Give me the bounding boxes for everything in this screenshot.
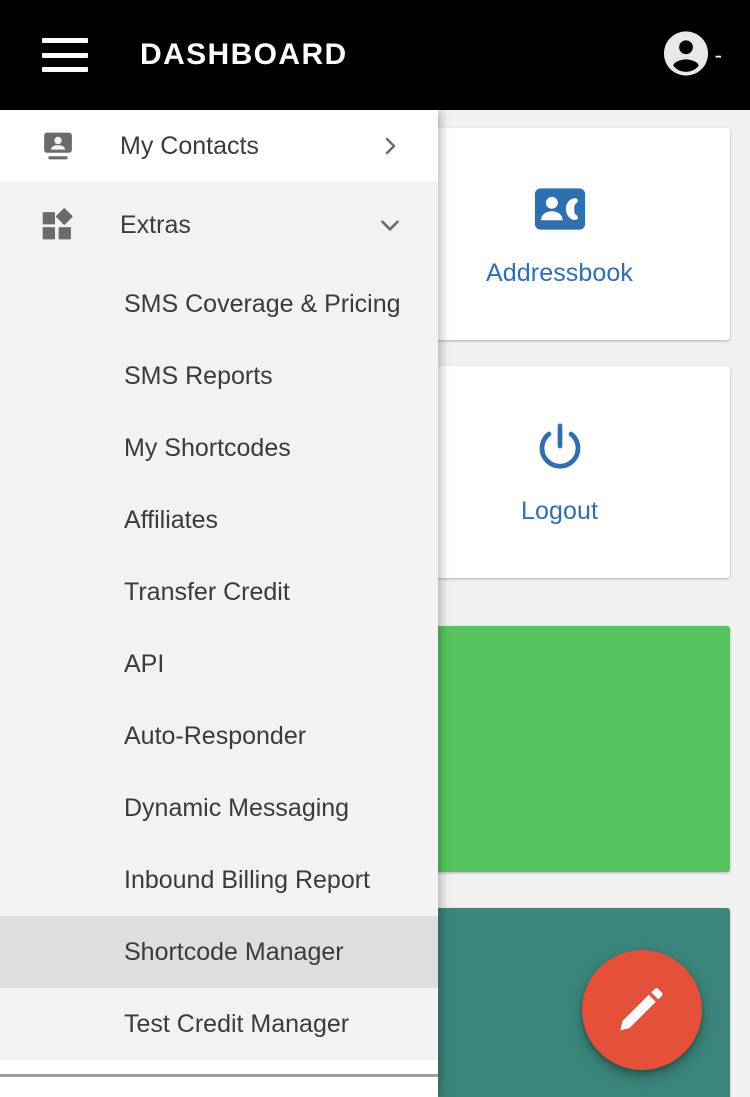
chevron-right-icon (376, 134, 404, 158)
drawer-footer (0, 1060, 438, 1097)
hamburger-menu-icon[interactable] (42, 38, 88, 72)
sidebar-subitem[interactable]: Shortcode Manager (0, 916, 438, 988)
sidebar-subitem[interactable]: Dynamic Messaging (0, 772, 438, 844)
top-app-bar: DASHBOARD - (0, 0, 750, 110)
contacts-icon (36, 129, 80, 163)
sidebar-group-extras[interactable]: Extras (0, 182, 438, 268)
sidebar-subitem[interactable]: Inbound Billing Report (0, 844, 438, 916)
sidebar-subitem-label: Dynamic Messaging (124, 793, 350, 822)
sidebar-subitem-label: SMS Coverage & Pricing (124, 289, 401, 318)
sidebar-subitem[interactable]: Auto-Responder (0, 700, 438, 772)
page-title: DASHBOARD (140, 38, 348, 71)
sidebar-subitem[interactable]: Affiliates (0, 484, 438, 556)
sidebar-group-label: Extras (120, 210, 191, 239)
sidebar-item-label: My Contacts (120, 131, 259, 160)
sidebar-subitem[interactable]: Transfer Credit (0, 556, 438, 628)
dashboard-screen: Reports Addressbook (0, 0, 750, 1097)
sidebar-subitem-label: Transfer Credit (124, 577, 290, 606)
sidebar-subitem[interactable]: SMS Reports (0, 340, 438, 412)
hamburger-bar (42, 52, 88, 58)
sidebar-subitem[interactable]: API (0, 628, 438, 700)
sidebar-item-my-contacts[interactable]: My Contacts (0, 110, 438, 182)
sidebar-subitem-label: Inbound Billing Report (124, 865, 370, 894)
sidebar-subitem-label: Affiliates (124, 505, 219, 534)
drawer-divider (0, 1074, 438, 1077)
account-label: - (714, 42, 722, 67)
sidebar-subitem[interactable]: SMS Coverage & Pricing (0, 268, 438, 340)
sidebar-submenu-extras: SMS Coverage & Pricing SMS Reports My Shor… (0, 268, 438, 1060)
chevron-down-icon (376, 212, 404, 238)
sidebar-subitem-label: My Shortcodes (124, 433, 291, 462)
extension-icon (36, 207, 80, 243)
hamburger-bar (42, 38, 88, 43)
sidebar-subitem-label: Auto-Responder (124, 721, 307, 750)
sidebar-subitem-label: Shortcode Manager (124, 937, 344, 966)
account-menu-button[interactable]: - (661, 29, 722, 82)
sidebar-subitem[interactable]: Test Credit Manager (0, 988, 438, 1060)
hamburger-bar (42, 67, 88, 72)
sidebar-subitem-label: SMS Reports (124, 361, 273, 390)
account-circle-icon (661, 29, 711, 82)
sidebar-subitem-label: API (124, 649, 165, 678)
sidebar-subitem-label: Test Credit Manager (124, 1009, 350, 1038)
sidebar-subitem[interactable]: My Shortcodes (0, 412, 438, 484)
drawer-scroll-area[interactable]: My Contacts Extras SMS Coverage & Pricin… (0, 110, 438, 1097)
navigation-drawer: My Contacts Extras SMS Coverage & Pricin… (0, 110, 438, 1097)
